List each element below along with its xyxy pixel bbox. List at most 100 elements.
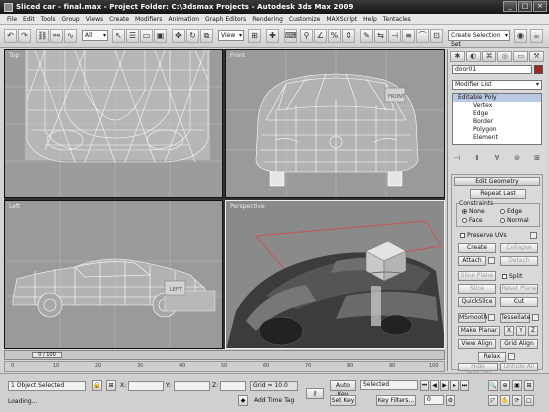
stack-item-vertex[interactable]: Vertex bbox=[453, 102, 541, 110]
msmooth-settings-icon[interactable] bbox=[488, 314, 495, 321]
select-move-icon[interactable]: ✥ bbox=[172, 29, 185, 43]
current-frame-field[interactable]: 0 bbox=[424, 395, 444, 405]
preserve-uvs-checkbox[interactable]: Preserve UVs bbox=[460, 232, 507, 239]
modify-tab-icon[interactable]: ◐ bbox=[465, 51, 481, 62]
preserve-uvs-settings-icon[interactable] bbox=[530, 232, 537, 239]
viewport-top-label[interactable]: Top bbox=[9, 52, 19, 59]
remove-modifier-icon[interactable]: ⊘ bbox=[512, 153, 522, 163]
add-time-tag[interactable]: Add Time Tag bbox=[254, 397, 294, 404]
slice-button[interactable]: Slice bbox=[458, 284, 496, 294]
edit-geometry-rollout-title[interactable]: Edit Geometry bbox=[454, 177, 540, 186]
zoom-extents-all-icon[interactable]: ⊞ bbox=[524, 380, 534, 391]
previous-frame-icon[interactable]: ◀ bbox=[430, 380, 439, 391]
motion-tab-icon[interactable]: ◎ bbox=[497, 51, 513, 62]
display-tab-icon[interactable]: ▭ bbox=[513, 51, 529, 62]
selection-filter-dropdown[interactable]: All bbox=[82, 30, 108, 41]
select-object-icon[interactable]: ↖ bbox=[112, 29, 125, 43]
viewport-top[interactable]: Top bbox=[4, 49, 223, 198]
time-slider[interactable]: 0 / 100 bbox=[32, 352, 62, 358]
time-tag-icon[interactable]: ◆ bbox=[238, 395, 248, 406]
selection-region-icon[interactable]: ▭ bbox=[140, 29, 153, 43]
go-to-start-icon[interactable]: ⏮ bbox=[420, 380, 429, 391]
render-icon[interactable]: ☕ bbox=[530, 29, 543, 43]
create-tab-icon[interactable]: ✱ bbox=[450, 51, 465, 62]
close-button[interactable]: × bbox=[533, 1, 547, 12]
tessellate-settings-icon[interactable] bbox=[532, 314, 539, 321]
object-color-swatch[interactable] bbox=[534, 65, 543, 74]
make-planar-y-button[interactable]: Y bbox=[516, 326, 526, 336]
viewport-front-label[interactable]: Front bbox=[230, 52, 245, 59]
curve-editor-icon[interactable]: ⌒ bbox=[416, 29, 429, 43]
modifier-list-dropdown[interactable]: Modifier List bbox=[452, 80, 542, 90]
stack-item-edge[interactable]: Edge bbox=[453, 110, 541, 118]
stack-item-border[interactable]: Border bbox=[453, 118, 541, 126]
repeat-last-button[interactable]: Repeat Last bbox=[470, 189, 526, 199]
pan-icon[interactable]: ✋ bbox=[500, 395, 510, 406]
undo-icon[interactable]: ↶ bbox=[4, 29, 17, 43]
reference-coordinate-dropdown[interactable]: View bbox=[218, 30, 244, 41]
lock-selection-icon[interactable]: 🔒 bbox=[92, 380, 102, 391]
spinner-snap-icon[interactable]: ⇕ bbox=[342, 29, 355, 43]
snaps-toggle-icon[interactable]: ⚲ bbox=[300, 29, 313, 43]
maximize-button[interactable]: □ bbox=[518, 1, 532, 12]
zoom-extents-icon[interactable]: ▣ bbox=[512, 380, 522, 391]
edit-named-selection-icon[interactable]: ✎ bbox=[360, 29, 373, 43]
attach-list-icon[interactable] bbox=[488, 257, 495, 264]
viewport-perspective-label[interactable]: Perspective bbox=[230, 203, 265, 210]
show-end-result-icon[interactable]: Ⅱ bbox=[472, 153, 482, 163]
set-key-button[interactable]: Set Key bbox=[330, 395, 356, 406]
menu-modifiers[interactable]: Modifiers bbox=[135, 16, 162, 23]
quickslice-button[interactable]: QuickSlice bbox=[458, 297, 496, 307]
object-name-field[interactable]: door01 bbox=[452, 65, 532, 74]
next-frame-icon[interactable]: ▸ bbox=[450, 380, 459, 391]
redo-icon[interactable]: ↷ bbox=[18, 29, 31, 43]
select-rotate-icon[interactable]: ↻ bbox=[186, 29, 199, 43]
configure-modifier-sets-icon[interactable]: ⊞ bbox=[532, 153, 542, 163]
play-icon[interactable]: ▶ bbox=[440, 380, 449, 391]
stack-item-polygon[interactable]: Polygon bbox=[453, 126, 541, 134]
make-planar-x-button[interactable]: X bbox=[504, 326, 514, 336]
keyboard-shortcut-icon[interactable]: ⌨ bbox=[284, 29, 297, 43]
collapse-button[interactable]: Collapse bbox=[500, 243, 538, 253]
key-filters-button[interactable]: Key Filters... bbox=[376, 395, 416, 406]
auto-key-button[interactable]: Auto Key bbox=[330, 380, 356, 398]
pin-stack-icon[interactable]: ⊣ bbox=[452, 153, 462, 163]
menu-rendering[interactable]: Rendering bbox=[252, 16, 283, 23]
menu-edit[interactable]: Edit bbox=[23, 16, 35, 23]
align-icon[interactable]: ⊣ bbox=[388, 29, 401, 43]
z-coord-field[interactable] bbox=[220, 381, 246, 391]
schematic-view-icon[interactable]: ⊡ bbox=[430, 29, 443, 43]
maximize-viewport-icon[interactable]: □ bbox=[524, 395, 534, 406]
zoom-all-icon[interactable]: ⊕ bbox=[500, 380, 510, 391]
orbit-icon[interactable]: ⟳ bbox=[512, 395, 522, 406]
utilities-tab-icon[interactable]: ⚒ bbox=[529, 51, 544, 62]
track-bar[interactable]: 0 10 20 30 40 50 60 70 80 90 100 bbox=[4, 361, 445, 372]
viewport-front[interactable]: FRONT Front bbox=[225, 49, 445, 198]
constraint-face-radio[interactable]: Face bbox=[462, 217, 483, 224]
menu-tentacles[interactable]: Tentacles bbox=[383, 16, 411, 23]
zoom-icon[interactable]: 🔍 bbox=[488, 380, 498, 391]
y-coord-field[interactable] bbox=[174, 381, 210, 391]
key-mode-dropdown[interactable]: Selected bbox=[360, 380, 418, 390]
stack-item-element[interactable]: Element bbox=[453, 134, 541, 142]
viewport-left[interactable]: LEFT Left bbox=[4, 200, 223, 349]
bind-spacewarp-icon[interactable]: ∿ bbox=[64, 29, 77, 43]
constraint-normal-radio[interactable]: Normal bbox=[500, 217, 529, 224]
cut-button[interactable]: Cut bbox=[500, 297, 538, 307]
menu-group[interactable]: Group bbox=[61, 16, 79, 23]
relax-button[interactable]: Relax bbox=[478, 352, 506, 362]
field-of-view-icon[interactable]: ◸ bbox=[488, 395, 498, 406]
time-config-icon[interactable]: ⚙ bbox=[446, 395, 455, 406]
angle-snap-icon[interactable]: ∠ bbox=[314, 29, 327, 43]
make-unique-icon[interactable]: ∀ bbox=[492, 153, 502, 163]
select-link-icon[interactable]: ⛓ bbox=[36, 29, 49, 43]
view-align-button[interactable]: View Align bbox=[458, 339, 496, 349]
create-button[interactable]: Create bbox=[458, 243, 496, 253]
app-icon[interactable] bbox=[4, 2, 13, 12]
menu-graph-editors[interactable]: Graph Editors bbox=[205, 16, 246, 23]
unlink-icon[interactable]: ⚯ bbox=[50, 29, 63, 43]
select-by-name-icon[interactable]: ☰ bbox=[126, 29, 139, 43]
hierarchy-tab-icon[interactable]: ⌘ bbox=[481, 51, 497, 62]
slice-plane-button[interactable]: Slice Plane bbox=[458, 271, 496, 281]
absolute-mode-icon[interactable]: ⊞ bbox=[106, 380, 116, 391]
